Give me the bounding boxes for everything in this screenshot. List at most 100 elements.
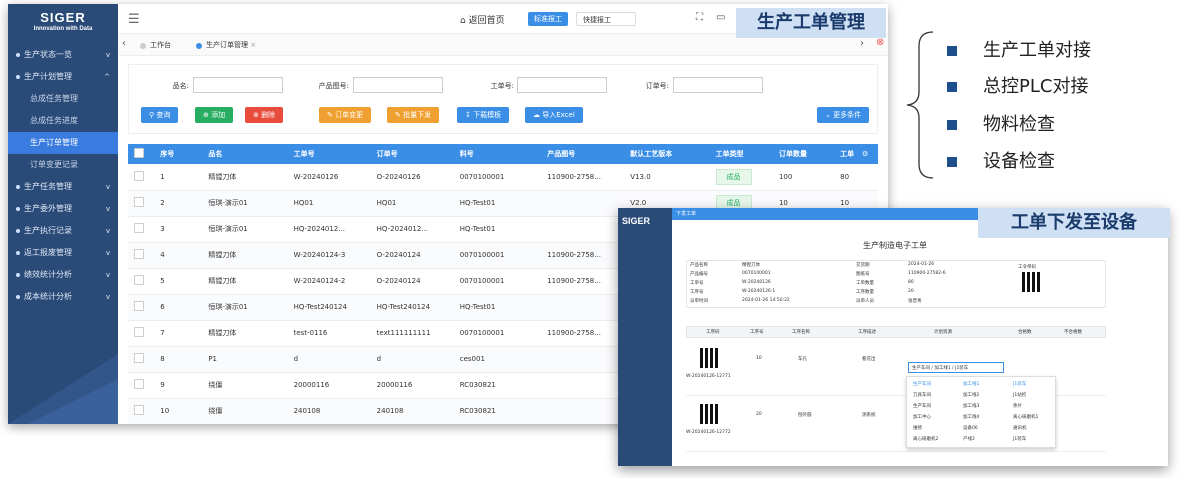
sidebar-item[interactable]: 生产执行记录 v xyxy=(8,220,118,242)
query-button[interactable]: ⚲ 查询 xyxy=(141,107,179,123)
cell-text: ces001 xyxy=(459,355,485,363)
cell-text: 10 xyxy=(778,199,788,207)
quick-report-button[interactable]: 快捷报工 xyxy=(576,12,636,26)
row-select-cell[interactable] xyxy=(128,398,155,424)
sidebar-item[interactable]: 绩效统计分析 v xyxy=(8,264,118,286)
sidebar-item[interactable]: 总成任务进度 xyxy=(8,110,118,132)
cascade-option[interactable]: 加工线4 xyxy=(963,414,979,420)
more-conditions-button[interactable]: ⌄ 更多条件 xyxy=(817,107,870,123)
row-select-cell[interactable] xyxy=(128,320,155,347)
info-grid-frame xyxy=(686,260,1106,308)
close-all-icon[interactable]: ⊗ xyxy=(876,37,884,48)
cascade-option[interactable]: 通讯机 xyxy=(1013,425,1027,431)
cascade-option[interactable]: 离心研磨机1 xyxy=(1013,414,1038,420)
row-checkbox[interactable] xyxy=(134,223,144,233)
monitor-icon[interactable]: ▭ xyxy=(716,12,725,23)
work-order-input[interactable] xyxy=(517,77,607,93)
order-no-input[interactable] xyxy=(673,77,763,93)
row-checkbox[interactable] xyxy=(134,170,144,181)
cascade-option[interactable]: 离心研磨机2 xyxy=(913,436,938,442)
row-checkbox[interactable] xyxy=(134,405,144,415)
cascade-option[interactable]: 加工线3 xyxy=(963,403,979,409)
sidebar-item[interactable]: 订单变更记录 xyxy=(8,154,118,176)
chevron-down-icon: v xyxy=(105,205,110,213)
row-select-cell[interactable] xyxy=(128,346,155,373)
bullet-item: 物料检查 xyxy=(947,110,1055,136)
column-header: 工单类型 xyxy=(709,144,773,164)
sidebar-item[interactable]: 总成任务管理 xyxy=(8,88,118,110)
standard-report-button[interactable]: 标准报工 xyxy=(528,12,568,26)
row-checkbox[interactable] xyxy=(134,197,144,207)
row-select-cell[interactable] xyxy=(128,372,155,399)
add-button[interactable]: ⊕ 添加 xyxy=(195,107,234,123)
select-all-checkbox[interactable] xyxy=(134,148,144,158)
table-cell: 6 xyxy=(154,294,203,321)
row-checkbox[interactable] xyxy=(134,327,144,337)
tab-prev-icon[interactable]: ‹ xyxy=(122,38,126,49)
tab-production-orders[interactable]: 生产订单管理 × xyxy=(190,38,262,53)
sidebar-item[interactable]: 生产状态一览 v xyxy=(8,44,118,66)
menu-dot-icon xyxy=(16,294,20,299)
delete-button[interactable]: ⊗ 删除 xyxy=(245,107,284,123)
cascade-option[interactable]: J1装车 xyxy=(1013,436,1026,442)
import-excel-button[interactable]: ☁ 导入Excel xyxy=(525,107,583,123)
cell-text: 5 xyxy=(160,277,165,285)
row-checkbox[interactable] xyxy=(134,353,144,363)
table-cell: 精镗刀体 xyxy=(202,320,288,347)
sidebar-item[interactable]: 生产任务管理 v xyxy=(8,176,118,198)
cell-text: 0070100001 xyxy=(459,251,505,259)
download-template-button[interactable]: ↧ 下载模板 xyxy=(457,107,510,123)
tab-close-icon[interactable]: × xyxy=(250,41,256,49)
cascade-option[interactable]: J1站检 xyxy=(1013,392,1026,398)
sidebar-item[interactable]: 生产委外管理 v xyxy=(8,198,118,220)
batch-issue-button[interactable]: ✎ 批量下发 xyxy=(387,107,440,123)
cascade-option[interactable]: 产线2 xyxy=(963,436,975,442)
row-select-cell[interactable] xyxy=(128,164,155,191)
table-row[interactable]: 1 精镗刀体 W-20240126 O-20240126 0070100001 11090… xyxy=(128,164,878,191)
cascade-option[interactable]: 生产车间 xyxy=(913,381,931,387)
cascade-option[interactable]: 维修 xyxy=(913,425,922,431)
cell-text: 1 xyxy=(160,172,165,181)
cascade-option[interactable]: J1装车 xyxy=(1013,381,1026,387)
fullscreen-icon[interactable]: ⛶ xyxy=(696,12,703,23)
row-select-cell[interactable] xyxy=(128,294,155,321)
cascade-option[interactable]: 加工中心 xyxy=(913,414,931,420)
order-change-button[interactable]: ✎ 订单变更 xyxy=(319,107,372,123)
table-cell: 0070100001 xyxy=(453,268,542,295)
drawing-no-input[interactable] xyxy=(353,77,443,93)
cascade-option[interactable]: 加工线2 xyxy=(963,392,979,398)
cascade-option[interactable]: 设备06 xyxy=(963,425,978,431)
product-name-input[interactable] xyxy=(193,77,283,93)
row-select-cell[interactable] xyxy=(128,216,155,243)
row-select-cell[interactable] xyxy=(128,242,155,269)
cascade-option[interactable]: 加工线1 xyxy=(963,381,979,387)
sidebar-item[interactable]: 成本统计分析 v xyxy=(8,286,118,308)
row-checkbox[interactable] xyxy=(134,249,144,259)
resource-select[interactable]: 生产车间 / 加工线1 / J1装车 xyxy=(908,362,1004,373)
table-cell: V13.0 xyxy=(624,164,710,191)
home-link[interactable]: ⌂ 返回首页 xyxy=(460,13,505,26)
row-checkbox[interactable] xyxy=(134,275,144,285)
select-all-cell[interactable] xyxy=(128,144,155,164)
column-settings-gear-icon[interactable]: ⚙ xyxy=(856,144,878,164)
row-select-cell[interactable] xyxy=(128,268,155,295)
cascade-option[interactable]: 生产车间 xyxy=(913,403,931,409)
cell-text: 8 xyxy=(160,355,165,363)
tab-workbench[interactable]: 工作台 xyxy=(134,38,177,53)
menu-toggle-icon[interactable]: ☰ xyxy=(128,12,140,27)
cascade-option[interactable]: 刀具车间 xyxy=(913,392,931,398)
sidebar-item[interactable]: 生产计划管理 ^ xyxy=(8,66,118,88)
sidebar-item[interactable]: 生产订单管理 xyxy=(8,132,118,154)
operations-column-header: 计划资源 xyxy=(934,330,952,335)
cell-text: HQ01 xyxy=(293,199,314,207)
row-select-cell[interactable] xyxy=(128,190,155,217)
table-cell: HQ-2024012... xyxy=(370,216,454,243)
tab-next-icon[interactable]: › xyxy=(860,38,864,49)
cascade-option[interactable]: 余片 xyxy=(1013,403,1022,409)
row-checkbox[interactable] xyxy=(134,379,144,389)
table-cell: HQ-Test01 xyxy=(453,190,542,217)
row-checkbox[interactable] xyxy=(134,301,144,311)
cell-text: 绕僵 xyxy=(208,407,223,415)
sidebar-item[interactable]: 返工报废管理 v xyxy=(8,242,118,264)
column-header: 工单 xyxy=(834,144,857,164)
